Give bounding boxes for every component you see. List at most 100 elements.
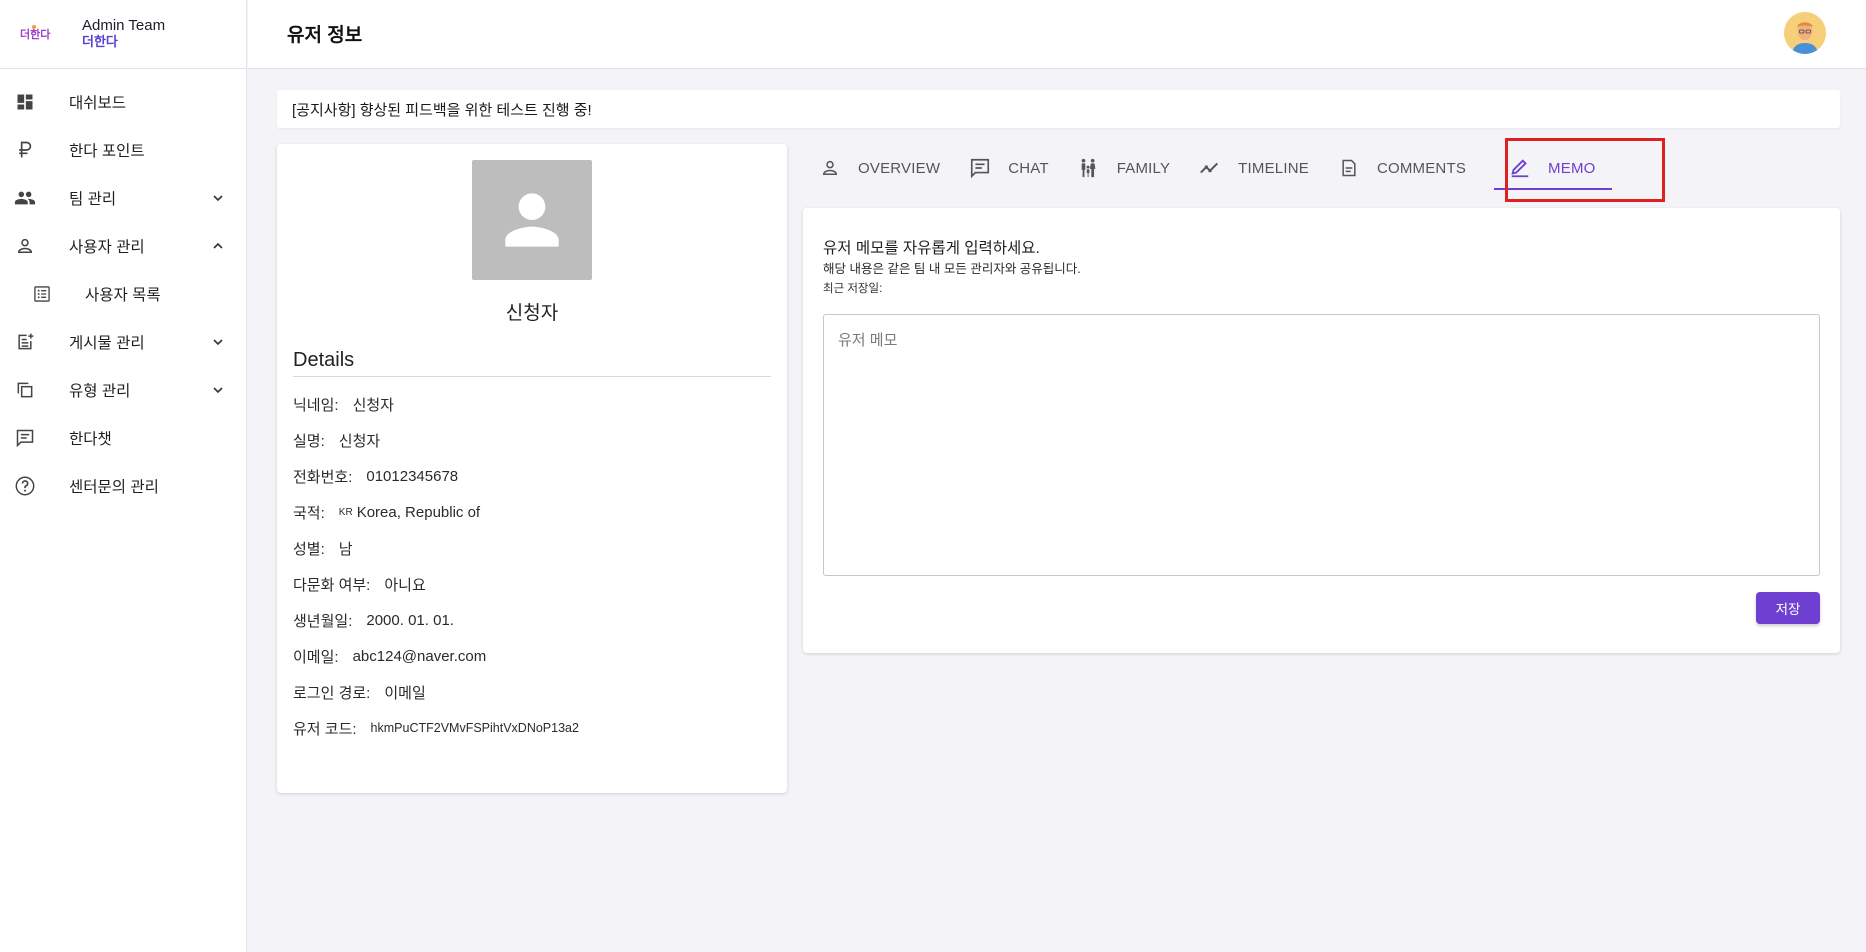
- family-icon: [1077, 156, 1101, 180]
- edit-icon: [1508, 156, 1532, 180]
- detail-login-method: 로그인 경로: 이메일: [293, 682, 426, 702]
- tab-label: FAMILY: [1116, 159, 1171, 177]
- tab-label: TIMELINE: [1238, 159, 1309, 177]
- copy-icon: [14, 379, 36, 401]
- sidebar-item-label: 유형 관리: [69, 383, 131, 400]
- person-icon: [505, 193, 559, 247]
- detail-real-name: 실명: 신청자: [293, 430, 380, 450]
- detail-label: 성별:: [293, 540, 325, 558]
- sidebar-item-label: 한다 포인트: [69, 143, 145, 160]
- sidebar-item-label: 대쉬보드: [69, 95, 127, 112]
- memo-description: 해당 내용은 같은 팀 내 모든 관리자와 공유됩니다.: [823, 262, 1081, 276]
- detail-email: 이메일: abc124@naver.com: [293, 646, 486, 666]
- person-icon: [14, 235, 36, 257]
- tab-timeline[interactable]: TIMELINE: [1184, 140, 1323, 196]
- detail-value: 01012345678: [366, 467, 459, 485]
- tab-comments[interactable]: COMMENTS: [1323, 140, 1480, 196]
- save-button[interactable]: 저장: [1756, 592, 1820, 624]
- chevron-down-icon: [213, 387, 223, 394]
- detail-value: hkmPuCTF2VMvFSPihtVxDNoP13a2: [370, 721, 579, 735]
- detail-phone: 전화번호: 01012345678: [293, 466, 458, 486]
- tab-overview[interactable]: OVERVIEW: [806, 140, 954, 196]
- detail-gender: 성별: 남: [293, 538, 353, 558]
- sidebar-item-handa-point[interactable]: 한다 포인트: [0, 126, 246, 174]
- detail-value: 신청자: [338, 432, 381, 450]
- avatar[interactable]: [1784, 12, 1826, 54]
- detail-label: 국적:: [293, 504, 325, 522]
- detail-nickname: 닉네임: 신청자: [293, 394, 394, 414]
- detail-label: 닉네임:: [293, 396, 339, 414]
- timeline-icon: [1198, 156, 1222, 180]
- divider: [293, 376, 771, 377]
- detail-value: 2000. 01. 01.: [366, 611, 454, 629]
- notice-banner: [공지사항] 향상된 피드백을 위한 테스트 진행 중!: [277, 90, 1840, 128]
- tab-active-indicator: [1494, 188, 1612, 190]
- ruble-icon: [14, 139, 36, 161]
- top-bar: 유저 정보: [248, 0, 1866, 69]
- document-icon: [1337, 156, 1361, 180]
- page-title: 유저 정보: [287, 25, 363, 46]
- svg-text:더한다: 더한다: [20, 27, 51, 41]
- sidebar-item-label: 센터문의 관리: [69, 479, 159, 496]
- detail-value: Korea, Republic of: [356, 503, 481, 521]
- sidebar-item-label: 사용자 목록: [85, 287, 161, 304]
- memo-card: 유저 메모를 자유롭게 입력하세요. 해당 내용은 같은 팀 내 모든 관리자와…: [803, 208, 1840, 653]
- memo-last-saved: 최근 저장일:: [823, 283, 883, 295]
- sidebar-item-label: 팀 관리: [69, 191, 117, 208]
- tab-memo[interactable]: MEMO: [1480, 140, 1625, 196]
- user-tabs: OVERVIEW CHAT FAMILY TIMELINE COMMENTS M…: [806, 140, 1626, 196]
- dashboard-icon: [14, 91, 36, 113]
- tab-label: COMMENTS: [1376, 159, 1467, 177]
- detail-label: 다문화 여부:: [293, 576, 371, 594]
- sidebar-item-label: 게시물 관리: [69, 335, 145, 352]
- person-outline-icon: [818, 156, 842, 180]
- sidebar: 더한다 Admin Team 더한다 대쉬보드 한다 포인트 팀 관리 사용자 …: [0, 0, 247, 952]
- detail-nationality: 국적: KR Korea, Republic of: [293, 502, 480, 522]
- brand[interactable]: 더한다 Admin Team 더한다: [0, 0, 246, 69]
- detail-value: 아니요: [384, 576, 426, 594]
- detail-label: 실명:: [293, 432, 325, 450]
- help-icon: [14, 475, 36, 497]
- chat-icon: [14, 427, 36, 449]
- detail-value: 남: [338, 540, 353, 558]
- detail-user-code: 유저 코드: hkmPuCTF2VMvFSPihtVxDNoP13a2: [293, 718, 579, 738]
- sidebar-item-inquiry[interactable]: 센터문의 관리: [0, 462, 246, 510]
- tab-label: MEMO: [1548, 159, 1596, 177]
- detail-label: 로그인 경로:: [293, 684, 371, 702]
- detail-value: 신청자: [352, 396, 394, 414]
- tab-family[interactable]: FAMILY: [1063, 140, 1184, 196]
- sidebar-nav: 대쉬보드 한다 포인트 팀 관리 사용자 관리 사용자 목록 게시물 관리 유형…: [0, 69, 246, 510]
- brand-sub: 더한다: [82, 34, 118, 49]
- brand-team: Admin Team: [82, 17, 166, 34]
- sidebar-item-user-management[interactable]: 사용자 관리: [0, 222, 246, 270]
- tab-label: CHAT: [1008, 159, 1049, 177]
- memo-title: 유저 메모를 자유롭게 입력하세요.: [823, 240, 1040, 257]
- profile-card: 신청자 Details 닉네임: 신청자 실명: 신청자 전화번호: 01012…: [277, 144, 787, 793]
- detail-value: abc124@naver.com: [352, 647, 487, 665]
- sidebar-item-post-management[interactable]: 게시물 관리: [0, 318, 246, 366]
- sidebar-item-dashboard[interactable]: 대쉬보드: [0, 78, 246, 126]
- memo-textarea[interactable]: [823, 314, 1820, 576]
- chevron-up-icon: [213, 242, 223, 249]
- sidebar-item-type-management[interactable]: 유형 관리: [0, 366, 246, 414]
- detail-birthdate: 생년월일: 2000. 01. 01.: [293, 610, 454, 630]
- profile-name: 신청자: [505, 303, 559, 324]
- sidebar-item-label: 사용자 관리: [69, 239, 145, 256]
- sidebar-item-label: 한다챗: [69, 431, 112, 448]
- profile-avatar-placeholder: [472, 160, 592, 280]
- brand-logo: 더한다: [20, 23, 60, 45]
- tab-label: OVERVIEW: [858, 159, 941, 177]
- detail-value: 이메일: [384, 684, 426, 702]
- sidebar-item-user-list[interactable]: 사용자 목록: [0, 270, 246, 318]
- sidebar-item-handa-chat[interactable]: 한다챗: [0, 414, 246, 462]
- sidebar-item-team[interactable]: 팀 관리: [0, 174, 246, 222]
- flag-icon: KR: [338, 506, 353, 518]
- detail-label: 전화번호:: [293, 468, 353, 486]
- post-add-icon: [14, 331, 36, 353]
- details-title: Details: [293, 349, 355, 371]
- chevron-down-icon: [213, 339, 223, 346]
- chevron-down-icon: [213, 195, 223, 202]
- detail-label: 생년월일:: [293, 612, 353, 630]
- detail-label: 이메일:: [293, 648, 339, 666]
- tab-chat[interactable]: CHAT: [954, 140, 1063, 196]
